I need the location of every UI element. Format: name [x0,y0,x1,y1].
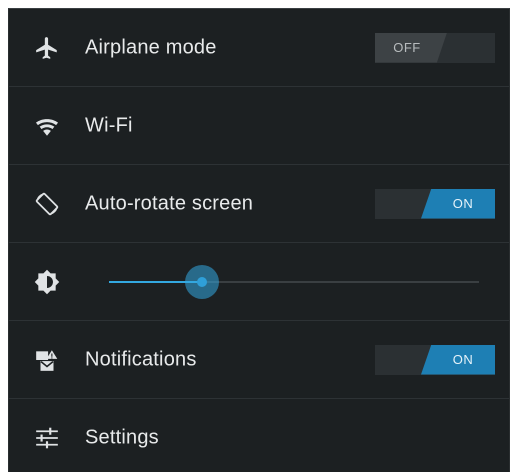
auto-rotate-label: Auto-rotate screen [85,192,254,214]
settings-icon [33,424,61,452]
notifications-label: Notifications [85,348,197,370]
rotate-icon [33,190,61,218]
auto-rotate-row[interactable]: Auto-rotate screen ON [9,165,509,243]
airplane-mode-toggle-text: OFF [375,32,447,63]
quick-settings-panel: Airplane mode OFF Wi-Fi Auto-rotate scre… [8,8,510,472]
notifications-toggle[interactable]: ON [375,344,495,375]
brightness-slider[interactable] [109,264,479,299]
airplane-mode-row[interactable]: Airplane mode OFF [9,9,509,87]
wifi-icon [33,112,61,140]
wifi-label: Wi-Fi [85,114,133,136]
airplane-mode-toggle[interactable]: OFF [375,32,495,63]
notifications-icon [33,346,61,374]
settings-row[interactable]: Settings [9,399,509,472]
wifi-row[interactable]: Wi-Fi [9,87,509,165]
notifications-toggle-text: ON [421,344,495,375]
airplane-icon [33,34,61,62]
brightness-row [9,243,509,321]
settings-label: Settings [85,426,159,449]
notifications-row[interactable]: Notifications ON [9,321,509,399]
brightness-icon [33,268,61,296]
auto-rotate-toggle-text: ON [421,188,495,219]
auto-rotate-toggle[interactable]: ON [375,188,495,219]
airplane-mode-label: Airplane mode [85,36,217,58]
brightness-slider-thumb[interactable] [184,264,219,299]
